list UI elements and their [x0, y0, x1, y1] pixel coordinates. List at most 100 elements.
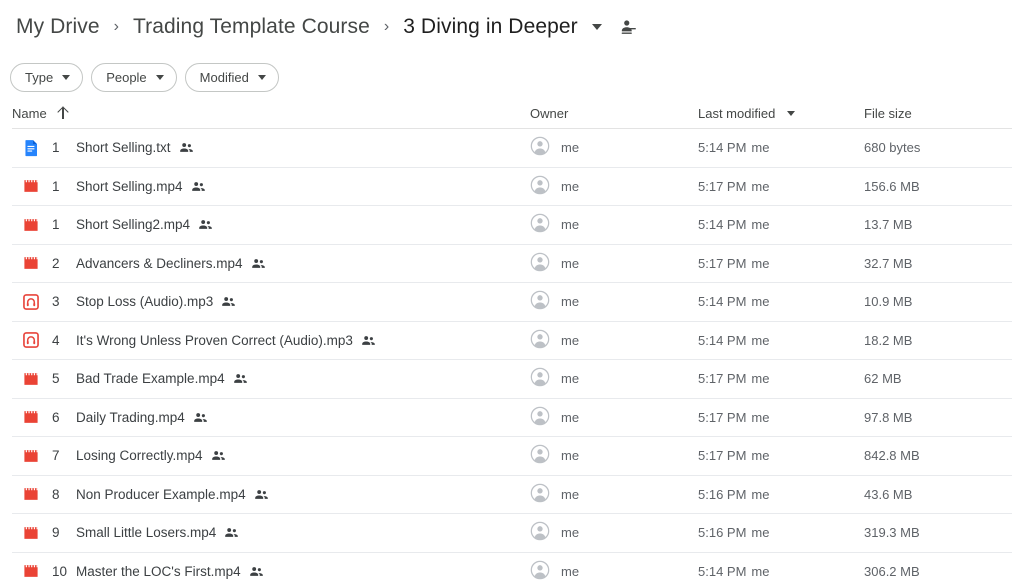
- table-row[interactable]: 8 Non Producer Example.mp4 me 5:16 PM me 43.6…: [12, 476, 1012, 514]
- file-name-cell[interactable]: 4 It's Wrong Unless Proven Correct (Audio…: [12, 331, 530, 349]
- last-modified-by: me: [751, 563, 770, 579]
- column-header-last-modified-label: Last modified: [698, 105, 776, 121]
- file-owner-cell: me: [530, 213, 698, 236]
- table-row[interactable]: 4 It's Wrong Unless Proven Correct (Audio…: [12, 322, 1012, 360]
- table-row[interactable]: 5 Bad Trade Example.mp4 me 5:17 PM me 62 MB: [12, 360, 1012, 399]
- table-row[interactable]: 1 Short Selling.mp4 me 5:17 PM me 156.6 MB: [12, 168, 1012, 206]
- table-row[interactable]: 2 Advancers & Decliners.mp4 me 5:17 PM me 32.…: [12, 245, 1012, 283]
- last-modified-time: 5:17 PM: [698, 409, 747, 425]
- file-name-cell[interactable]: 1 Short Selling.mp4: [12, 177, 530, 195]
- shared-icon: [254, 487, 269, 502]
- shared-icon: [251, 256, 266, 271]
- file-name-cell[interactable]: 5 Bad Trade Example.mp4: [12, 370, 530, 388]
- file-name-cell[interactable]: 6 Daily Trading.mp4: [12, 408, 530, 426]
- file-name-cell[interactable]: 10 Master the LOC's First.mp4: [12, 562, 530, 580]
- file-size-cell: 156.6 MB: [864, 179, 1012, 194]
- file-index-label: 3: [52, 294, 60, 310]
- file-size-label: 842.8 MB: [864, 448, 920, 464]
- avatar: [530, 521, 550, 544]
- chevron-down-icon[interactable]: [591, 24, 602, 30]
- file-last-modified-cell: 5:14 PM me: [698, 140, 864, 155]
- column-header-last-modified[interactable]: Last modified: [698, 106, 864, 121]
- table-row[interactable]: 6 Daily Trading.mp4 me 5:17 PM me 97.8 MB: [12, 399, 1012, 437]
- file-last-modified-cell: 5:14 PM me: [698, 333, 864, 348]
- file-name-label[interactable]: Non Producer Example.mp4: [76, 487, 246, 502]
- shared-icon: [211, 448, 226, 463]
- file-last-modified-cell: 5:17 PM me: [698, 448, 864, 463]
- file-name-label[interactable]: Bad Trade Example.mp4: [76, 371, 225, 386]
- breadcrumb-separator: ›: [383, 18, 390, 35]
- table-row[interactable]: 1 Short Selling.txt me 5:14 PM me 680 bytes: [12, 129, 1012, 168]
- file-owner-cell: me: [530, 252, 698, 275]
- last-modified-by: me: [751, 140, 770, 156]
- breadcrumb-item-trading-template-course[interactable]: Trading Template Course: [125, 13, 378, 41]
- column-header-file-size[interactable]: File size: [864, 106, 1012, 121]
- filter-chip-type[interactable]: Type: [10, 63, 84, 92]
- file-name-label[interactable]: Losing Correctly.mp4: [76, 448, 203, 463]
- chevron-down-icon: [62, 75, 71, 80]
- column-header-owner[interactable]: Owner: [530, 106, 698, 121]
- file-size-label: 43.6 MB: [864, 486, 913, 502]
- column-header-owner-label: Owner: [530, 105, 569, 121]
- table-row[interactable]: 1 Short Selling2.mp4 me 5:14 PM me 13.7 MB: [12, 206, 1012, 245]
- filter-chip-modified[interactable]: Modified: [184, 63, 279, 92]
- table-row[interactable]: 10 Master the LOC's First.mp4 me 5:14 PM me 3…: [12, 553, 1012, 587]
- file-size-cell: 306.2 MB: [864, 564, 1012, 579]
- audio-file-icon: [22, 331, 40, 349]
- file-name-label[interactable]: Daily Trading.mp4: [76, 410, 185, 425]
- table-row[interactable]: 3 Stop Loss (Audio).mp3 me 5:14 PM me 10.9 MB: [12, 283, 1012, 322]
- file-size-cell: 10.9 MB: [864, 294, 1012, 309]
- file-last-modified-cell: 5:16 PM me: [698, 525, 864, 540]
- last-modified-time: 5:14 PM: [698, 563, 747, 579]
- file-name-label[interactable]: Short Selling.txt: [76, 140, 171, 155]
- sort-ascending-arrow-icon[interactable]: [57, 107, 70, 120]
- folder-shared-icon[interactable]: [618, 17, 638, 37]
- filter-chip-people[interactable]: People: [91, 63, 177, 92]
- file-name-label[interactable]: Short Selling.mp4: [76, 179, 183, 194]
- file-last-modified-cell: 5:16 PM me: [698, 487, 864, 502]
- last-modified-by: me: [751, 448, 770, 464]
- avatar: [530, 175, 550, 198]
- file-name-cell[interactable]: 2 Advancers & Decliners.mp4: [12, 254, 530, 272]
- file-name-cell[interactable]: 8 Non Producer Example.mp4: [12, 485, 530, 503]
- avatar: [530, 136, 550, 159]
- breadcrumb-separator: ›: [113, 18, 119, 35]
- file-name-label[interactable]: It's Wrong Unless Proven Correct (Audio)…: [76, 333, 353, 348]
- column-header-name[interactable]: Name: [12, 106, 530, 121]
- table-header-row: Name Owner Last modified File size: [12, 98, 1012, 129]
- file-name-cell[interactable]: 1 Short Selling.txt: [12, 139, 530, 157]
- video-file-icon: [22, 485, 40, 503]
- file-owner-cell: me: [530, 406, 698, 429]
- video-file-icon: [22, 177, 40, 195]
- file-name-cell[interactable]: 7 Losing Correctly.mp4: [12, 447, 530, 465]
- file-name-label[interactable]: Advancers & Decliners.mp4: [76, 256, 243, 271]
- text-document-icon: [22, 139, 40, 157]
- file-name-cell[interactable]: 1 Short Selling2.mp4: [12, 216, 530, 234]
- video-file-icon: [22, 408, 40, 426]
- table-row[interactable]: 7 Losing Correctly.mp4 me 5:17 PM me 842.8 MB: [12, 437, 1012, 476]
- video-file-icon: [22, 370, 40, 388]
- breadcrumb-item-my-drive[interactable]: My Drive: [8, 13, 108, 41]
- video-file-icon: [22, 254, 40, 272]
- video-file-icon: [22, 562, 40, 580]
- file-index-label: 8: [52, 486, 60, 502]
- avatar: [530, 560, 550, 583]
- table-row[interactable]: 9 Small Little Losers.mp4 me 5:16 PM me 319.3…: [12, 514, 1012, 553]
- breadcrumb-item-current-folder[interactable]: 3 Diving in Deeper: [395, 13, 586, 41]
- file-size-label: 10.9 MB: [864, 294, 913, 310]
- file-name-label[interactable]: Short Selling2.mp4: [76, 217, 190, 232]
- file-name-cell[interactable]: 9 Small Little Losers.mp4: [12, 524, 530, 542]
- file-name-label[interactable]: Stop Loss (Audio).mp3: [76, 294, 213, 309]
- file-index-label: 6: [52, 409, 60, 425]
- file-name-label[interactable]: Master the LOC's First.mp4: [76, 564, 241, 579]
- file-size-cell: 13.7 MB: [864, 217, 1012, 232]
- last-modified-by: me: [751, 409, 770, 425]
- filter-chip-people-label: People: [106, 70, 147, 85]
- file-owner-cell: me: [530, 290, 698, 313]
- filter-chip-type-label: Type: [25, 70, 54, 85]
- last-modified-time: 5:14 PM: [698, 332, 747, 348]
- file-name-cell[interactable]: 3 Stop Loss (Audio).mp3: [12, 293, 530, 311]
- chevron-down-icon: [155, 75, 164, 80]
- file-name-label[interactable]: Small Little Losers.mp4: [76, 525, 216, 540]
- shared-icon: [249, 564, 264, 579]
